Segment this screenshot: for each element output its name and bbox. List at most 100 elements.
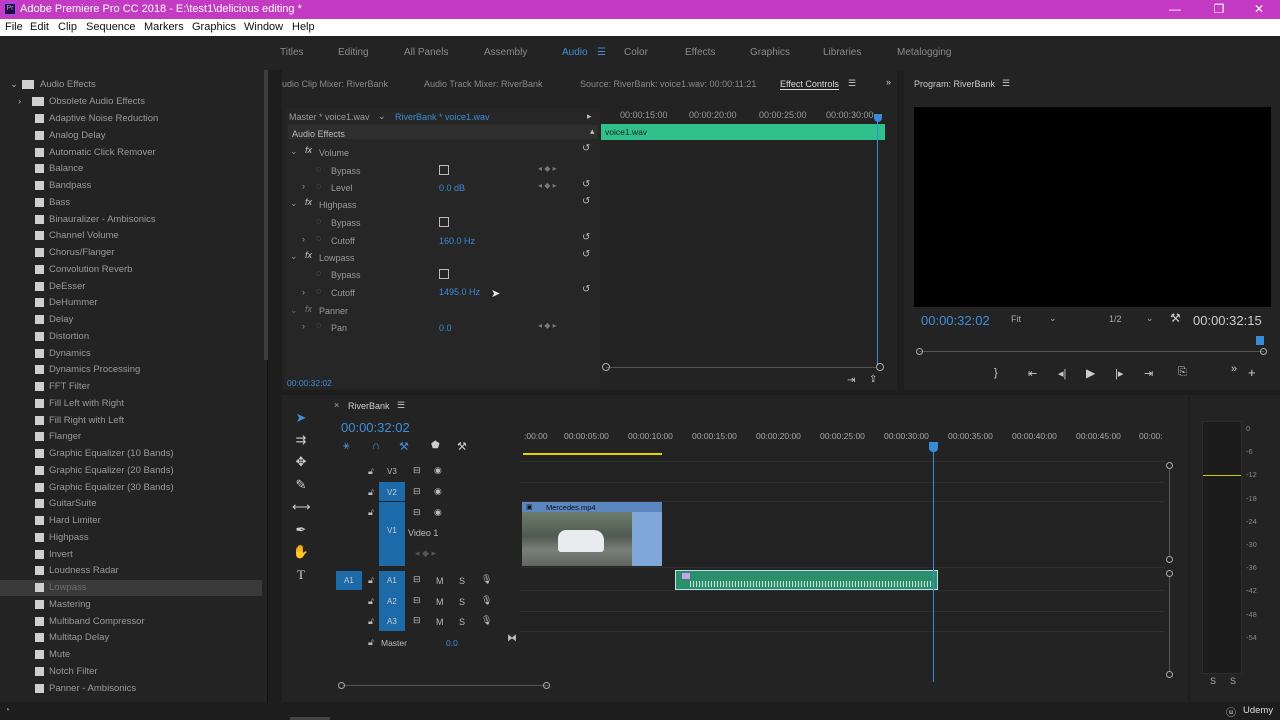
effect-item[interactable]: Bass [0,195,262,211]
eye-icon[interactable]: ◉ [434,507,442,518]
scrub-handle-left[interactable] [916,348,923,355]
panel-menu-icon[interactable]: ☰ [397,400,405,411]
microphone-icon[interactable]: 🎙︎ [481,615,492,626]
tab-audio-clip-mixer[interactable]: udio Clip Mixer: RiverBank [282,79,388,89]
minimize-button[interactable]: — [1160,2,1190,16]
add-marker-icon[interactable]: ⬟ [431,440,440,451]
menu-markers[interactable]: Markers [144,21,184,33]
ws-all-panels[interactable]: All Panels [404,47,448,58]
menu-help[interactable]: Help [292,21,315,33]
ec-timecode[interactable]: 00:00:32:02 [287,378,332,388]
add-button-icon[interactable]: + [1248,365,1256,380]
stopwatch-icon[interactable]: ◌ [316,233,321,243]
reset-icon[interactable]: ↺ [582,143,592,154]
video-clip[interactable]: ▣ Mercedes.mp4 [522,502,662,566]
fx-icon[interactable]: fx [305,250,312,260]
effect-item[interactable]: FFT Filter [0,379,262,395]
stopwatch-icon[interactable]: ◌ [316,286,321,296]
lock-icon[interactable]: 🔓︎ [368,616,374,627]
solo-button[interactable]: S [459,617,465,627]
track-a1-label[interactable]: A1 [387,576,397,585]
lock-icon[interactable]: 🔓︎ [368,637,374,648]
hamburger-icon[interactable]: ☰ [597,47,606,58]
slip-tool-icon[interactable]: ⟷ [292,499,311,517]
panel-menu-icon[interactable]: ☰ [848,78,856,89]
effect-item[interactable]: Analog Delay [0,128,262,144]
track-v2-label[interactable]: V2 [387,488,397,497]
go-to-out-icon[interactable]: ⇥ [1144,367,1153,380]
effect-item[interactable]: Panner - Ambisonics [0,681,262,697]
effect-item[interactable]: GuitarSuite [0,496,262,512]
effect-item[interactable]: Balance [0,161,262,177]
fx-icon[interactable]: fx [305,145,312,155]
effect-item[interactable]: Binauralizer - Ambisonics [0,212,262,228]
chevron-down-icon[interactable]: ⌄ [10,77,18,93]
mute-button[interactable]: M [436,597,444,607]
effect-item[interactable]: Flanger [0,429,262,445]
effect-item[interactable]: Fill Right with Left [0,413,262,429]
track-v3-label[interactable]: V3 [387,467,397,476]
effect-item[interactable]: Graphic Equalizer (30 Bands) [0,480,262,496]
timeline-playhead-handle[interactable] [929,442,938,452]
effect-item[interactable]: Dynamics [0,346,262,362]
effect-item[interactable]: Channel Volume [0,228,262,244]
lock-icon[interactable]: 🔓︎ [368,575,374,586]
resolution-dropdown[interactable]: 1/2 [1109,314,1122,324]
program-playhead[interactable] [1256,336,1264,345]
fx-icon[interactable]: fx [305,197,312,207]
reset-icon[interactable]: ↺ [582,284,592,295]
menu-sequence[interactable]: Sequence [86,21,136,33]
export-icon[interactable]: ⇪ [869,374,877,385]
lock-icon[interactable]: 🔓︎ [368,466,374,477]
ws-assembly[interactable]: Assembly [484,47,527,58]
type-tool-icon[interactable]: T [292,567,310,585]
eye-icon[interactable]: ◉ [434,486,442,497]
keyframe-nav-icon[interactable]: ◂ ◆ ▸ [415,548,436,559]
tab-source[interactable]: Source: RiverBank: voice1.wav: 00:00:11:… [580,79,756,89]
chevron-down-icon[interactable]: ⌄ [290,305,298,316]
folder-audio-effects[interactable]: ⌄ Audio Effects [0,77,262,93]
ripple-edit-tool-icon[interactable]: ✥ [292,454,310,472]
fit-dropdown[interactable]: Fit [1011,314,1021,324]
microphone-icon[interactable]: 🎙︎ [481,574,492,585]
mute-button[interactable]: M [436,576,444,586]
track-a2-label[interactable]: A2 [387,597,397,606]
stopwatch-icon[interactable]: ◌ [316,164,321,174]
pan-value[interactable]: 0.0 [439,323,452,333]
level-value[interactable]: 0.0 dB [439,183,465,193]
export-frame-icon[interactable]: ⎘ [1178,366,1187,379]
effect-item[interactable]: Dynamics Processing [0,362,262,378]
master-volume-value[interactable]: 0.0 [446,638,458,648]
keyframe-nav-icon[interactable]: ◂ ◆ ▸ [538,164,557,173]
play-icon[interactable]: ▶ [1086,366,1095,380]
stopwatch-icon[interactable]: ◌ [316,320,321,330]
effect-item[interactable]: Chorus/Flanger [0,245,262,261]
sync-lock-icon[interactable]: ⊟ [413,574,421,585]
ec-playhead[interactable] [877,114,878,364]
effect-item[interactable]: Adaptive Noise Reduction [0,111,262,127]
sequence-clip-label[interactable]: RiverBank * voice1.wav [395,112,490,122]
solo-left-button[interactable]: S [1210,676,1216,686]
ws-effects[interactable]: Effects [685,47,715,58]
ws-audio[interactable]: Audio [562,47,588,58]
ec-zoom-handle-left[interactable] [602,363,610,371]
sync-lock-icon[interactable]: ⊟ [413,507,421,518]
effect-item[interactable]: Mastering [0,597,262,613]
wrench-icon[interactable]: ⚒ [457,440,467,453]
voice-clip-bar[interactable]: voice1.wav [601,124,885,140]
timeline-playhead[interactable] [933,444,934,682]
bypass-checkbox[interactable] [439,269,449,279]
effect-item[interactable]: Mute [0,647,262,663]
effect-item[interactable]: Notch Filter [0,664,262,680]
ws-editing[interactable]: Editing [338,47,369,58]
track-v1-label[interactable]: V1 [387,526,397,535]
sync-lock-icon[interactable]: ⊟ [413,486,421,497]
a-scroll-handle[interactable] [1166,671,1173,678]
effect-item[interactable]: Distortion [0,329,262,345]
sync-lock-icon[interactable]: ⊟ [413,595,421,606]
chevron-down-icon[interactable]: ⌄ [1049,313,1057,324]
highpass-cutoff-value[interactable]: 160.0 Hz [439,236,475,246]
folder-obsolete-audio-effects[interactable]: › Obsolete Audio Effects [0,94,262,110]
magnet-icon[interactable]: ∩ [372,440,380,452]
effect-item[interactable]: Lowpass [0,580,262,596]
